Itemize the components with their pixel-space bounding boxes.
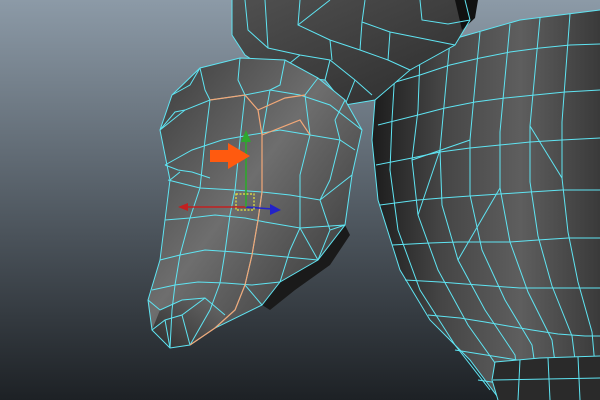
lower-body-mesh[interactable]: [491, 355, 600, 400]
viewport-canvas[interactable]: [0, 0, 600, 400]
3d-viewport[interactable]: [0, 0, 600, 400]
